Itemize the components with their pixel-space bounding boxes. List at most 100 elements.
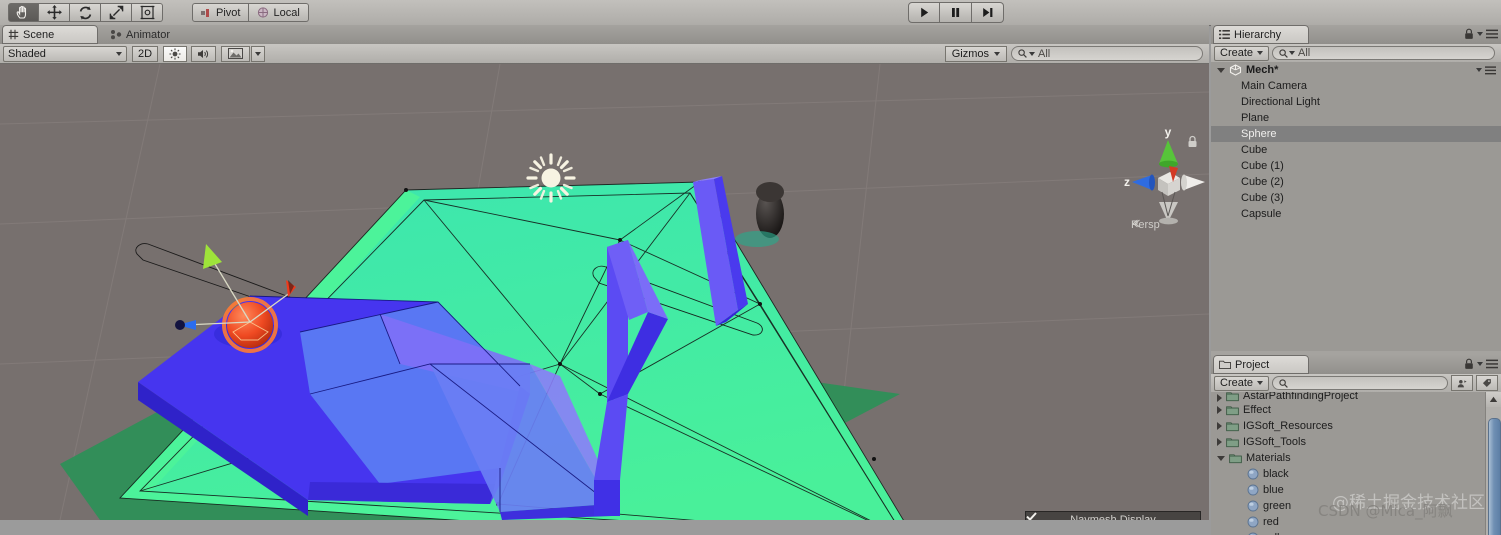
gizmos-dropdown[interactable]: Gizmos [944,45,1007,62]
hierarchy-tab-bar: Hierarchy [1211,25,1501,44]
chevron-down-icon [1289,51,1296,55]
chevron-down-icon[interactable] [1476,68,1482,72]
scene-audio-toggle[interactable] [191,45,217,62]
hierarchy-item-label: Capsule [1241,208,1282,220]
tab-hierarchy[interactable]: Hierarchy [1213,25,1309,44]
tab-animator[interactable]: Animator [104,25,182,44]
svg-text:z: z [1124,175,1130,189]
hierarchy-item-cube[interactable]: Cube [1211,142,1501,158]
hierarchy-tree[interactable]: Mech* Main Camera Directional Light Plane S… [1211,62,1501,351]
scene-fx-caret-button[interactable] [251,45,266,62]
hierarchy-item-directional-light[interactable]: Directional Light [1211,94,1501,110]
folder-icon [1226,392,1239,402]
pause-button[interactable] [940,2,972,23]
rect-transform-tool-button[interactable] [132,3,163,22]
draw-mode-dropdown[interactable]: Shaded [3,45,127,62]
scene-lighting-toggle[interactable] [163,45,188,62]
hierarchy-item-cube-2[interactable]: Cube (2) [1211,174,1501,190]
chevron-down-icon [116,51,122,56]
hierarchy-item-label: Directional Light [1241,96,1320,108]
tag-icon [1482,379,1491,387]
project-item-igsoft-tools[interactable]: IGSoft_Tools [1211,434,1501,450]
chevron-down-icon[interactable] [1217,455,1225,461]
hierarchy-item-cube-3[interactable]: Cube (3) [1211,190,1501,206]
pivot-button[interactable]: Pivot [192,3,250,22]
play-button[interactable] [908,2,940,23]
unity-editor-window: Pivot Local Scene Animator Shaded 2D Giz… [0,0,1501,535]
project-item-yellow[interactable]: yellow [1211,530,1501,535]
playback-controls [908,2,1004,23]
hierarchy-lock-area [1464,28,1498,40]
project-create-label: Create [1220,377,1254,389]
scene-viewport[interactable]: y z Persp Navmesh Display [0,64,1209,520]
hierarchy-item-label: Cube [1241,144,1268,156]
hierarchy-root-row[interactable]: Mech* [1211,62,1501,78]
project-item-blue[interactable]: blue [1211,482,1501,498]
svg-text:y: y [1165,126,1172,139]
chevron-right-icon[interactable] [1217,394,1222,402]
scene-fx-dropdown[interactable] [221,45,251,62]
project-filter-type-button[interactable] [1451,375,1473,391]
tab-project[interactable]: Project [1213,355,1309,374]
lock-icon[interactable] [1464,358,1474,370]
local-button[interactable]: Local [249,3,309,22]
panel-menu-icon[interactable] [1486,359,1498,369]
project-item-astarpathfindingproject[interactable]: AstarPathfindingProject [1211,392,1501,402]
speaker-icon [198,49,209,58]
folder-icon [1219,360,1231,370]
sun-icon [526,153,576,203]
hierarchy-item-capsule[interactable]: Capsule [1211,206,1501,222]
hierarchy-item-label: Cube (1) [1241,160,1284,172]
hierarchy-item-sphere[interactable]: Sphere [1211,126,1501,142]
directional-light-gizmo[interactable] [525,152,577,204]
hierarchy-panel: Hierarchy Create All Mech* Main Camera D… [1211,25,1501,351]
project-filter-label-button[interactable] [1476,375,1498,391]
scene-menu-icon[interactable] [1485,65,1496,75]
project-scrollbar[interactable] [1485,392,1501,535]
chevron-down-icon[interactable] [1477,32,1483,36]
rotate-tool-button[interactable] [70,3,101,22]
hierarchy-item-plane[interactable]: Plane [1211,110,1501,126]
hierarchy-root-label: Mech* [1246,64,1279,76]
scroll-up-arrow-icon[interactable] [1486,392,1501,407]
project-lock-area [1464,358,1498,370]
project-item-label: Effect [1243,404,1271,416]
panel-menu-icon[interactable] [1486,29,1498,39]
project-item-label: black [1263,468,1289,480]
project-scrollbar-thumb[interactable] [1488,418,1501,535]
lock-icon[interactable] [1464,28,1474,40]
chevron-down-icon [1029,51,1035,56]
hierarchy-search-input[interactable]: All [1272,46,1495,60]
chevron-down-icon[interactable] [1217,67,1225,73]
hierarchy-item-main-camera[interactable]: Main Camera [1211,78,1501,94]
hierarchy-item-label: Sphere [1241,128,1277,140]
chevron-right-icon[interactable] [1217,438,1222,446]
scene-view-panel: Scene Animator Shaded 2D Gizmos All y z … [0,25,1209,520]
right-dock-column: Hierarchy Create All Mech* Main Camera D… [1211,25,1501,535]
project-item-materials[interactable]: Materials [1211,450,1501,466]
chevron-right-icon[interactable] [1217,422,1222,430]
hierarchy-create-button[interactable]: Create [1214,45,1270,61]
move-tool-button[interactable] [39,3,70,22]
project-create-button[interactable]: Create [1214,375,1270,391]
step-button[interactable] [972,2,1004,23]
project-item-effect[interactable]: Effect [1211,402,1501,418]
play-icon [920,7,928,18]
search-icon [1018,49,1027,58]
project-item-igsoft-resources[interactable]: IGSoft_Resources [1211,418,1501,434]
project-search-input[interactable] [1272,376,1448,390]
tab-scene[interactable]: Scene [2,25,98,44]
hand-tool-button[interactable] [8,3,39,22]
project-item-green[interactable]: green [1211,498,1501,514]
hierarchy-item-cube-1[interactable]: Cube (1) [1211,158,1501,174]
project-tree[interactable]: AstarPathfindingProject Effect IGSoft_Reso… [1211,392,1501,535]
scale-tool-button[interactable] [101,3,132,22]
project-item-red[interactable]: red [1211,514,1501,530]
scene-toolbar: Shaded 2D Gizmos All [0,44,1209,64]
chevron-down-icon[interactable] [1477,362,1483,366]
chevron-right-icon[interactable] [1217,406,1222,414]
projection-mode-label[interactable]: Persp [1131,219,1160,231]
toggle-2d-button[interactable]: 2D [132,45,159,62]
project-item-black[interactable]: black [1211,466,1501,482]
scene-search-input[interactable]: All [1011,46,1203,61]
